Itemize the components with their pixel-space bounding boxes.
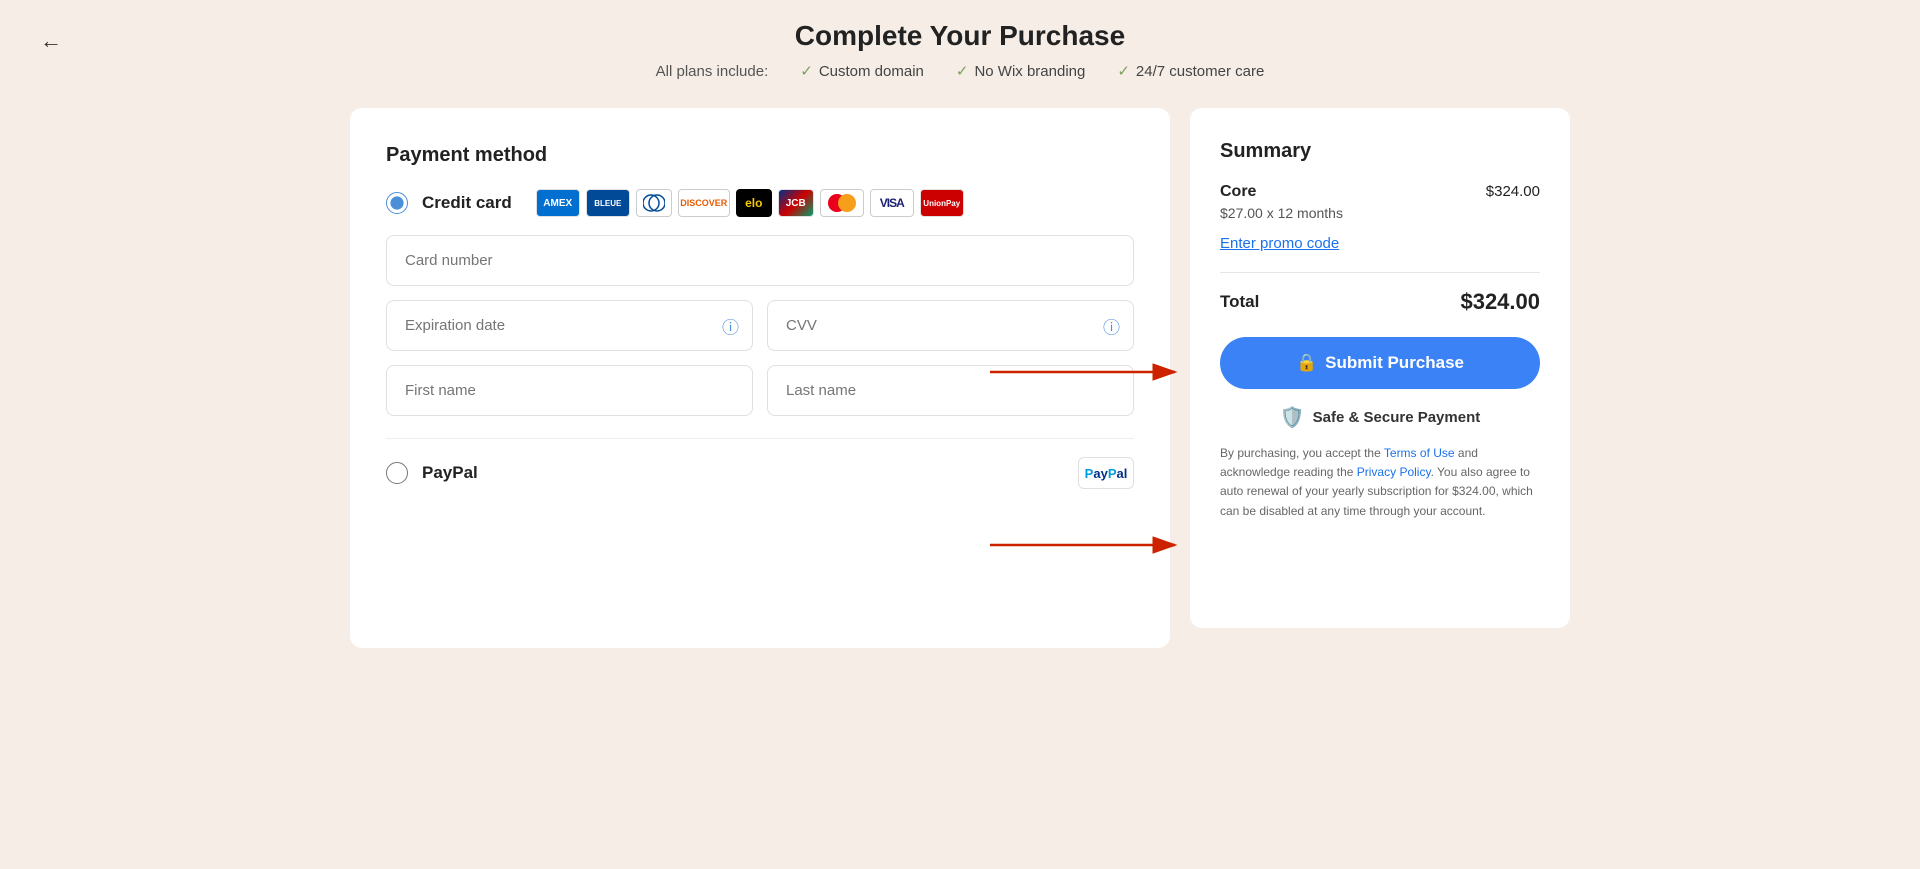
card-logos: AMEX BLEUE DISCOVER elo JCB <box>536 189 964 217</box>
first-name-input[interactable] <box>386 365 753 416</box>
elo-logo: elo <box>736 189 772 217</box>
plans-bar: All plans include: ✓ Custom domain ✓ No … <box>0 62 1920 80</box>
amex-logo: AMEX <box>536 189 580 217</box>
total-amount: $324.00 <box>1460 289 1540 315</box>
paypal-row: PayPal PayPal <box>386 457 1134 489</box>
plan-feature-1: ✓ Custom domain <box>800 62 924 80</box>
main-content: Payment method Credit card AMEX BLEUE DI… <box>260 108 1660 648</box>
page-title: Complete Your Purchase <box>0 20 1920 52</box>
product-detail: $27.00 x 12 months <box>1220 205 1343 221</box>
plan-feature-3: ✓ 24/7 customer care <box>1117 62 1264 80</box>
secure-row: 🛡️ Safe & Secure Payment <box>1220 405 1540 430</box>
last-name-input[interactable] <box>767 365 1134 416</box>
paypal-label: PayPal <box>422 463 478 483</box>
mastercard-logo <box>820 189 864 217</box>
secure-text: Safe & Secure Payment <box>1313 409 1481 426</box>
payment-panel: Payment method Credit card AMEX BLEUE DI… <box>350 108 1170 648</box>
privacy-link[interactable]: Privacy Policy <box>1357 465 1431 479</box>
name-row <box>386 365 1134 416</box>
expiration-info-icon[interactable]: ⓘ <box>722 313 739 338</box>
paypal-left: PayPal <box>386 462 478 484</box>
diners-icon <box>643 193 665 213</box>
discover-logo: DISCOVER <box>678 189 730 217</box>
card-number-group <box>386 235 1134 286</box>
first-name-group <box>386 365 753 416</box>
check-icon-2: ✓ <box>956 62 969 80</box>
unionpay-logo: UnionPay <box>920 189 964 217</box>
exp-cvv-row: ⓘ ⓘ <box>386 300 1134 351</box>
product-name: Core <box>1220 183 1343 201</box>
credit-card-label: Credit card <box>422 193 512 213</box>
cvv-group: ⓘ <box>767 300 1134 351</box>
card-number-input[interactable] <box>386 235 1134 286</box>
paypal-logo: PayPal <box>1078 457 1134 489</box>
plan-feature-2: ✓ No Wix branding <box>956 62 1085 80</box>
promo-code-link[interactable]: Enter promo code <box>1220 235 1540 252</box>
payment-divider <box>386 438 1134 439</box>
summary-panel: Summary Core $27.00 x 12 months $324.00 … <box>1190 108 1570 628</box>
bleue-logo: BLEUE <box>586 189 630 217</box>
check-icon-1: ✓ <box>800 62 813 80</box>
terms-link[interactable]: Terms of Use <box>1384 446 1455 460</box>
paypal-radio[interactable] <box>386 462 408 484</box>
visa-logo: VISA <box>870 189 914 217</box>
legal-text: By purchasing, you accept the Terms of U… <box>1220 444 1540 521</box>
submit-purchase-button[interactable]: 🔒 Submit Purchase <box>1220 337 1540 389</box>
diners-logo <box>636 189 672 217</box>
check-icon-3: ✓ <box>1117 62 1130 80</box>
expiration-input[interactable] <box>386 300 753 351</box>
cvv-input[interactable] <box>767 300 1134 351</box>
total-label: Total <box>1220 292 1259 312</box>
cvv-info-icon[interactable]: ⓘ <box>1103 313 1120 338</box>
credit-card-row: Credit card AMEX BLEUE DISCOVER elo JCB <box>386 189 1134 217</box>
plans-label: All plans include: <box>656 63 769 80</box>
summary-product-row: Core $27.00 x 12 months $324.00 <box>1220 183 1540 221</box>
total-row: Total $324.00 <box>1220 289 1540 315</box>
summary-title: Summary <box>1220 140 1540 163</box>
payment-section-title: Payment method <box>386 144 1134 167</box>
shield-icon: 🛡️ <box>1280 405 1305 430</box>
summary-product-info: Core $27.00 x 12 months <box>1220 183 1343 221</box>
last-name-group <box>767 365 1134 416</box>
lock-icon: 🔒 <box>1296 353 1317 373</box>
submit-btn-label: Submit Purchase <box>1325 353 1464 373</box>
expiration-group: ⓘ <box>386 300 753 351</box>
summary-divider <box>1220 272 1540 273</box>
product-price: $324.00 <box>1486 183 1540 200</box>
back-button[interactable]: ← <box>40 28 62 54</box>
credit-card-radio[interactable] <box>386 192 408 214</box>
jcb-logo: JCB <box>778 189 814 217</box>
page-wrapper: ← Complete Your Purchase All plans inclu… <box>0 0 1920 869</box>
